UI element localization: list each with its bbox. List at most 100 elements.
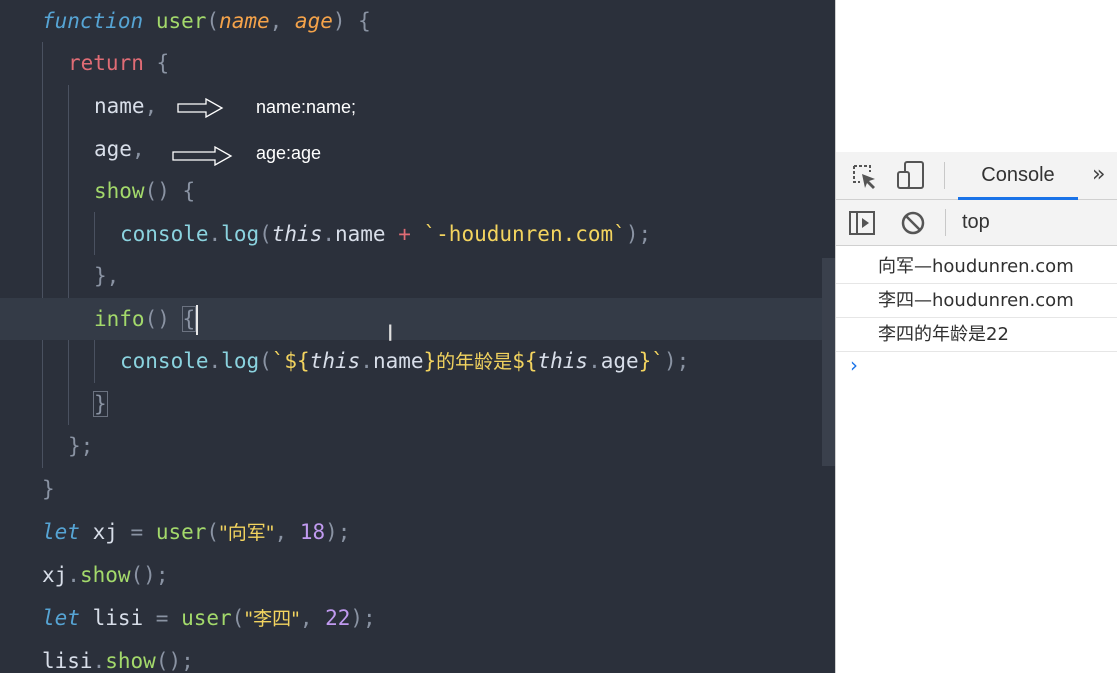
number-literal: 22	[325, 606, 351, 630]
operator: =	[130, 520, 156, 544]
code-line-13[interactable]: let xj = user("向军", 18);	[0, 511, 835, 553]
punctuation: .	[208, 349, 222, 373]
keyword: let	[42, 520, 80, 544]
punctuation: (	[259, 349, 272, 373]
code-line-16[interactable]: lisi.show();	[0, 640, 835, 673]
tab-console[interactable]: Console	[958, 152, 1078, 199]
string-literal: "向军"	[219, 522, 275, 544]
punctuation: ,	[131, 137, 145, 161]
editor-scrollbar[interactable]	[822, 258, 835, 466]
code-line-2[interactable]: return {	[0, 42, 835, 84]
code-line-8-current[interactable]: info() {	[0, 298, 835, 340]
toolbar-separator	[945, 209, 946, 236]
this-keyword: this	[271, 222, 323, 246]
code-line-10[interactable]: }	[0, 383, 835, 425]
punctuation: ) {	[332, 9, 371, 33]
function-name: user	[155, 9, 207, 33]
code-line-12[interactable]: }	[0, 468, 835, 510]
sidebar-toggle-icon[interactable]	[848, 210, 876, 236]
code-line-15[interactable]: let lisi = user("李四", 22);	[0, 597, 835, 639]
punctuation: );	[325, 520, 351, 544]
annotation-note: name:name;	[256, 97, 357, 117]
console-message-text: 向军—houdunren.com	[878, 256, 1074, 277]
function-call: user	[181, 606, 232, 630]
punctuation: .	[92, 649, 106, 673]
code-line-14[interactable]: xj.show();	[0, 554, 835, 596]
string-literal: "李四"	[244, 608, 300, 630]
template-literal: }	[423, 349, 437, 373]
punctuation: {	[181, 306, 197, 332]
more-tabs-icon[interactable]: »	[1092, 152, 1105, 199]
operator: +	[385, 222, 424, 246]
identifier: age	[600, 349, 639, 373]
code-line-9[interactable]: console.log(`${this.name}的年龄是${this.age}…	[0, 340, 835, 382]
punctuation: (	[231, 606, 245, 630]
punctuation: };	[68, 434, 94, 458]
punctuation: },	[94, 264, 120, 288]
right-arrow-icon	[177, 98, 224, 118]
console-message-text: 李四—houdunren.com	[878, 290, 1074, 311]
code-line-11[interactable]: };	[0, 425, 835, 467]
operator: =	[155, 606, 182, 630]
this-keyword: this	[309, 349, 361, 373]
method-call: show	[79, 563, 131, 587]
clear-console-icon[interactable]	[900, 210, 926, 236]
punctuation: ();	[130, 563, 169, 587]
code-line-1[interactable]: function user(name, age) {	[0, 0, 835, 42]
code-line-6[interactable]: console.log(this.name + `-houdunren.com`…	[0, 213, 835, 255]
console-message-text: 李四的年龄是22	[878, 324, 1009, 345]
code-line-4[interactable]: age,	[0, 128, 835, 170]
text-caret	[196, 305, 199, 335]
identifier: name	[335, 222, 386, 246]
punctuation: }	[93, 391, 108, 417]
punctuation: (	[206, 520, 220, 544]
punctuation: .	[208, 222, 222, 246]
console-prompt-icon[interactable]: ›	[850, 353, 858, 377]
function-call: user	[155, 520, 207, 544]
param: age	[294, 9, 333, 33]
console-message: 李四—houdunren.com	[836, 284, 1117, 318]
keyword: let	[42, 606, 80, 630]
punctuation: ,	[299, 606, 326, 630]
method-call: log	[221, 349, 260, 373]
punctuation: }	[42, 477, 55, 501]
method-name: info	[94, 307, 145, 331]
inspect-element-icon[interactable]	[850, 162, 878, 190]
devtools-panel: Console » top 向军—houdunren.com 李四—houdun…	[835, 0, 1117, 673]
context-selector[interactable]: top	[962, 200, 990, 245]
identifier: name	[372, 349, 424, 373]
annotation-note: age:age	[256, 143, 322, 163]
punctuation: ,	[269, 9, 295, 33]
identifier: lisi	[79, 606, 156, 630]
punctuation: );	[663, 349, 690, 373]
punctuation: (	[259, 222, 272, 246]
identifier: lisi	[42, 649, 93, 673]
string-literal: `-houdunren.com`	[423, 222, 626, 246]
device-toolbar-icon[interactable]	[896, 160, 926, 192]
method-call: show	[105, 649, 156, 673]
console-toolbar: top	[836, 200, 1117, 246]
devtools-main-toolbar: Console »	[836, 152, 1117, 200]
this-keyword: this	[537, 349, 589, 373]
method-name: show	[94, 179, 145, 203]
punctuation: .	[588, 349, 601, 373]
punctuation: .	[67, 563, 80, 587]
punctuation: ();	[155, 649, 194, 673]
template-literal: ${	[512, 349, 538, 373]
param: name	[219, 9, 270, 33]
console-message: 李四的年龄是22	[836, 318, 1117, 352]
punctuation: .	[322, 222, 335, 246]
identifier: xj	[42, 563, 68, 587]
template-text: 的年龄是	[436, 351, 513, 373]
punctuation: );	[625, 222, 652, 246]
code-editor[interactable]: function user(name, age) { return { name…	[0, 0, 835, 673]
text-cursor-icon: Ι	[387, 322, 394, 347]
code-line-5[interactable]: show() {	[0, 170, 835, 212]
code-line-7[interactable]: },	[0, 255, 835, 297]
punctuation: ()	[144, 307, 183, 331]
keyword: return	[68, 51, 144, 75]
code-line-3[interactable]: name,	[0, 85, 835, 127]
number-literal: 18	[299, 520, 326, 544]
punctuation: ,	[274, 520, 300, 544]
punctuation: {	[143, 51, 170, 75]
